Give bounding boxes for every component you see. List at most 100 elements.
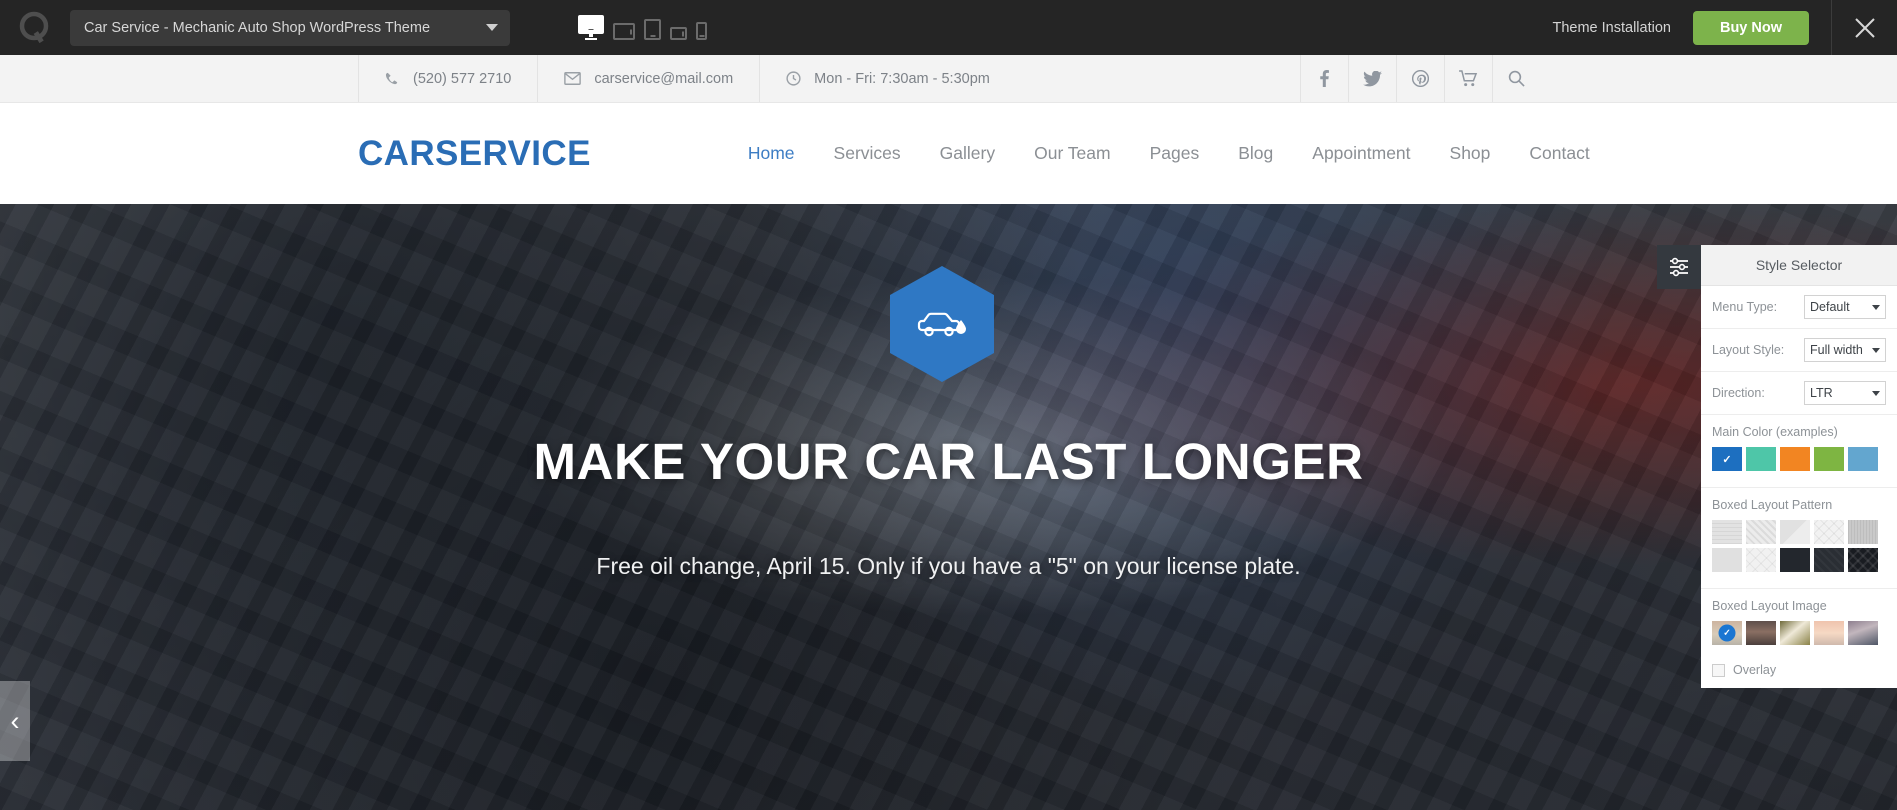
nav-item-home[interactable]: Home (748, 143, 795, 164)
theme-select-dropdown[interactable]: Car Service - Mechanic Auto Shop WordPre… (70, 9, 510, 46)
tablet-landscape-icon[interactable] (670, 27, 687, 41)
layout-style-select[interactable]: Full width (1804, 338, 1886, 362)
menu-type-select[interactable]: Default (1804, 295, 1886, 319)
pattern-swatch-row-1 (1712, 520, 1886, 544)
desktop-icon[interactable] (578, 14, 604, 41)
boxed-layout-pattern-title: Boxed Layout Pattern (1712, 498, 1833, 512)
main-color-title: Main Color (examples) (1712, 425, 1838, 439)
menu-type-label: Menu Type: (1712, 300, 1778, 314)
main-color-section: Main Color (examples) ✓ (1701, 415, 1897, 488)
site-logo[interactable]: CARSERVICE (358, 134, 591, 174)
chevron-down-icon (1872, 304, 1880, 310)
nav-item-contact[interactable]: Contact (1529, 143, 1589, 164)
style-selector-panel: Style Selector Menu Type: Default Layout… (1701, 245, 1897, 688)
nav-item-gallery[interactable]: Gallery (940, 143, 995, 164)
check-icon: ✓ (1718, 624, 1736, 642)
style-selector-toggle[interactable] (1657, 245, 1701, 289)
facebook-icon[interactable] (1300, 55, 1348, 102)
buy-now-button[interactable]: Buy Now (1692, 10, 1809, 45)
direction-select[interactable]: LTR (1804, 381, 1886, 405)
pattern-swatch[interactable] (1814, 520, 1844, 544)
business-hours: Mon - Fri: 7:30am - 5:30pm (759, 55, 1016, 102)
cart-icon[interactable] (1444, 55, 1492, 102)
tablet-portrait-icon[interactable] (644, 19, 661, 41)
pattern-swatch[interactable] (1712, 548, 1742, 572)
overlay-label: Overlay (1733, 663, 1777, 677)
color-swatch-teal[interactable] (1746, 447, 1776, 471)
device-preview-switcher (578, 14, 707, 41)
color-swatch-green[interactable] (1814, 447, 1844, 471)
pattern-swatch[interactable] (1780, 520, 1810, 544)
pinterest-icon[interactable] (1396, 55, 1444, 102)
pattern-swatch[interactable] (1848, 520, 1878, 544)
contact-email-label: carservice@mail.com (594, 70, 734, 87)
boxed-layout-image-section: Boxed Layout Image ✓ (1701, 589, 1897, 653)
chevron-left-icon[interactable]: ‹ (0, 681, 30, 761)
menu-type-value: Default (1810, 300, 1850, 314)
nav-item-our-team[interactable]: Our Team (1034, 143, 1111, 164)
pattern-swatch[interactable] (1814, 548, 1844, 572)
boxed-layout-pattern-section: Boxed Layout Pattern (1701, 488, 1897, 589)
layout-style-value: Full width (1810, 343, 1863, 357)
style-selector-title: Style Selector (1701, 245, 1897, 286)
pattern-swatch[interactable] (1712, 520, 1742, 544)
layout-style-label: Layout Style: (1712, 343, 1785, 357)
info-bar-spacer (0, 55, 358, 102)
twitter-icon[interactable] (1348, 55, 1396, 102)
nav-item-appointment[interactable]: Appointment (1312, 143, 1410, 164)
image-thumb[interactable] (1746, 621, 1776, 645)
chevron-down-icon (1872, 347, 1880, 353)
themeforest-q-logo[interactable] (8, 10, 62, 46)
menu-type-row: Menu Type: Default (1701, 286, 1897, 329)
direction-row: Direction: LTR (1701, 372, 1897, 415)
main-navigation: Home Services Gallery Our Team Pages Blo… (748, 143, 1590, 164)
overlay-row: Overlay (1701, 653, 1897, 688)
pattern-swatch[interactable] (1848, 548, 1878, 572)
contact-phone[interactable]: (520) 577 2710 (358, 55, 537, 102)
color-swatch-blue[interactable]: ✓ (1712, 447, 1742, 471)
pattern-swatch[interactable] (1746, 548, 1776, 572)
social-links (1300, 55, 1897, 102)
theme-name-label: Car Service - Mechanic Auto Shop WordPre… (84, 19, 431, 36)
boxed-layout-image-title: Boxed Layout Image (1712, 599, 1827, 613)
image-thumb[interactable]: ✓ (1712, 621, 1742, 645)
layout-style-row: Layout Style: Full width (1701, 329, 1897, 372)
site-info-bar: (520) 577 2710 carservice@mail.com Mon -… (0, 55, 1897, 103)
color-swatch-orange[interactable] (1780, 447, 1810, 471)
phone-icon (385, 71, 400, 86)
image-thumb[interactable] (1814, 621, 1844, 645)
site-header: CARSERVICE Home Services Gallery Our Tea… (0, 103, 1897, 204)
preview-toolbar-right: Theme Installation Buy Now (1552, 0, 1897, 55)
clock-icon (786, 71, 801, 86)
nav-item-services[interactable]: Services (834, 143, 901, 164)
laptop-icon[interactable] (613, 23, 635, 41)
hero-subtitle: Free oil change, April 15. Only if you h… (596, 553, 1301, 579)
hero-slider: MAKE YOUR CAR LAST LONGER Free oil chang… (0, 204, 1897, 810)
envelope-icon (564, 72, 582, 85)
preview-toolbar: Car Service - Mechanic Auto Shop WordPre… (0, 0, 1897, 55)
contact-phone-label: (520) 577 2710 (413, 70, 512, 87)
direction-label: Direction: (1712, 386, 1765, 400)
pattern-swatch[interactable] (1746, 520, 1776, 544)
image-thumb[interactable] (1780, 621, 1810, 645)
contact-email[interactable]: carservice@mail.com (537, 55, 759, 102)
nav-item-blog[interactable]: Blog (1238, 143, 1273, 164)
mobile-icon[interactable] (696, 22, 707, 41)
business-hours-label: Mon - Fri: 7:30am - 5:30pm (814, 70, 990, 87)
chevron-down-icon (486, 24, 498, 31)
search-icon[interactable] (1492, 55, 1540, 102)
image-thumb[interactable] (1848, 621, 1878, 645)
chevron-down-icon (1872, 390, 1880, 396)
check-icon: ✓ (1722, 453, 1732, 466)
nav-item-shop[interactable]: Shop (1450, 143, 1491, 164)
overlay-checkbox[interactable] (1712, 663, 1725, 677)
hero-title: MAKE YOUR CAR LAST LONGER (533, 433, 1364, 490)
color-swatch-lightblue[interactable] (1848, 447, 1878, 471)
nav-item-pages[interactable]: Pages (1150, 143, 1200, 164)
pattern-swatch-row-2 (1712, 548, 1886, 572)
image-thumb-row: ✓ (1712, 621, 1886, 645)
pattern-swatch[interactable] (1780, 548, 1810, 572)
close-icon[interactable] (1831, 0, 1897, 55)
main-color-swatches: ✓ (1712, 447, 1886, 471)
theme-installation-link[interactable]: Theme Installation (1552, 20, 1670, 36)
